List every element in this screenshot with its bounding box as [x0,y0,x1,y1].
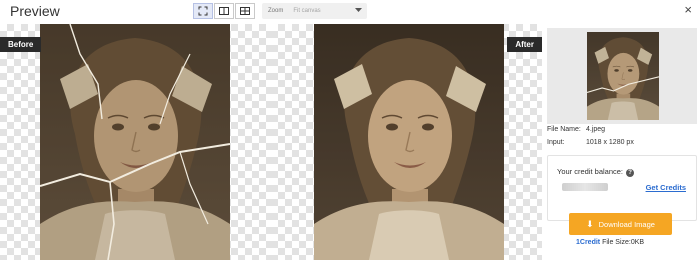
after-image [314,24,504,260]
download-cost-info: 1Credit File Size:0KB [576,239,644,246]
get-credits-link[interactable]: Get Credits [646,183,686,192]
split-view-button[interactable] [214,3,234,19]
details-panel: File Name: 4.jpeg Input: 1018 x 1280 px … [542,24,700,260]
file-size: File Size:0KB [602,239,645,246]
download-icon: ⬇ [586,218,594,229]
grid-view-icon [240,7,250,15]
thumbnail-image [587,32,659,120]
zoom-value: Fit canvas [293,8,321,14]
close-button[interactable]: × [684,3,692,16]
input-size-value: 1018 x 1280 px [585,139,634,146]
chevron-down-icon [355,8,362,12]
view-mode-group [193,3,256,19]
credit-balance-row: Your credit balance:? [557,167,635,177]
credit-balance-label: Your credit balance: [557,167,624,176]
preview-header: Preview Zoom Fit canvas × [0,0,700,24]
file-name-value: 4.jpeg [585,126,606,133]
credit-balance-card: Your credit balance:? Get Credits [547,155,697,221]
download-image-label: Download Image [598,219,655,229]
after-label: After [507,37,542,52]
grid-view-button[interactable] [235,3,255,19]
before-label: Before [0,37,42,52]
download-image-button[interactable]: ⬇ Download Image [569,213,672,235]
fullscreen-icon [198,6,208,16]
before-pane: Before [0,24,271,260]
fullscreen-view-button[interactable] [193,3,213,19]
after-pane: After [271,24,542,260]
before-image [40,24,230,260]
thumbnail-frame [547,28,697,124]
file-name-key: File Name: [547,126,581,133]
credit-cost: 1Credit [576,239,601,246]
file-name-row: File Name: 4.jpeg [547,126,605,133]
input-size-key: Input: [547,139,565,146]
zoom-select[interactable]: Zoom Fit canvas [262,3,367,19]
split-view-icon [219,7,229,15]
zoom-label: Zoom [268,8,284,14]
help-icon[interactable]: ? [626,169,635,177]
input-size-row: Input: 1018 x 1280 px [547,139,634,146]
credit-balance-value-redacted [562,183,608,191]
page-title: Preview [10,3,60,19]
